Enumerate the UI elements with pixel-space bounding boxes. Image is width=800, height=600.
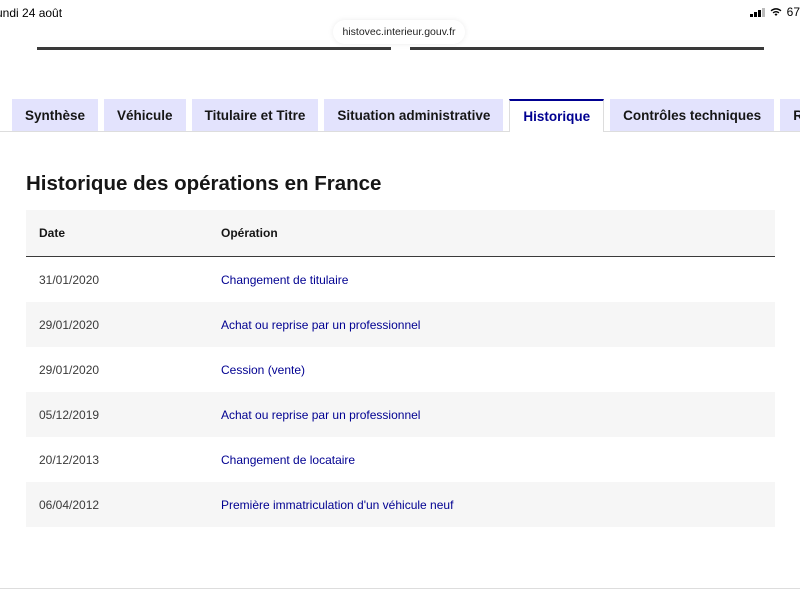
table-header: Date Opération [26,210,775,257]
header-date: Date [39,226,66,240]
tab-titulaire-et-titre[interactable]: Titulaire et Titre [191,99,319,132]
table-row: 29/01/2020 Cession (vente) [26,347,775,392]
tab-vehicule[interactable]: Véhicule [104,99,186,132]
battery-level: 67 [786,5,800,19]
operation-link[interactable]: Achat ou reprise par un professionnel [221,318,420,332]
signal-icon [749,7,765,17]
operation-link[interactable]: Première immatriculation d'un véhicule n… [221,498,453,512]
operation-link[interactable]: Changement de locataire [221,453,355,467]
row-date: 05/12/2019 [39,407,100,422]
table-row: 05/12/2019 Achat ou reprise par un profe… [26,392,775,437]
section-title: Historique des opérations en France [26,172,382,195]
header-operation: Opération [221,226,278,240]
tab-situation-administrative[interactable]: Situation administrative [324,99,504,132]
url-bar[interactable]: histovec.interieur.gouv.fr [333,20,465,44]
tab-controles-techniques[interactable]: Contrôles techniques [610,99,775,132]
operation-link[interactable]: Changement de titulaire [221,273,348,287]
row-date: 31/01/2020 [39,272,100,287]
history-panel: Historique des opérations en France Date… [0,131,800,589]
table-row: 29/01/2020 Achat ou reprise par un profe… [26,302,775,347]
tab-historique[interactable]: Historique [509,99,605,132]
tab-bar: Synthèse Véhicule Titulaire et Titre Sit… [12,99,800,132]
header-divider-left [37,47,391,50]
row-date: 20/12/2013 [39,452,100,467]
header-divider-right [410,47,764,50]
row-date: 06/04/2012 [39,497,100,512]
status-icons: 67 [749,5,800,19]
history-table: Date Opération 31/01/2020 Changement de … [26,210,775,527]
row-date: 29/01/2020 [39,362,100,377]
tab-rapport[interactable]: Rap [780,99,800,132]
row-date: 29/01/2020 [39,317,100,332]
table-row: 06/04/2012 Première immatriculation d'un… [26,482,775,527]
tab-synthese[interactable]: Synthèse [12,99,99,132]
wifi-icon [770,8,782,16]
status-date: undi 24 août [0,6,63,20]
table-row: 20/12/2013 Changement de locataire [26,437,775,482]
table-row: 31/01/2020 Changement de titulaire [26,257,775,302]
operation-link[interactable]: Cession (vente) [221,363,305,377]
operation-link[interactable]: Achat ou reprise par un professionnel [221,408,420,422]
